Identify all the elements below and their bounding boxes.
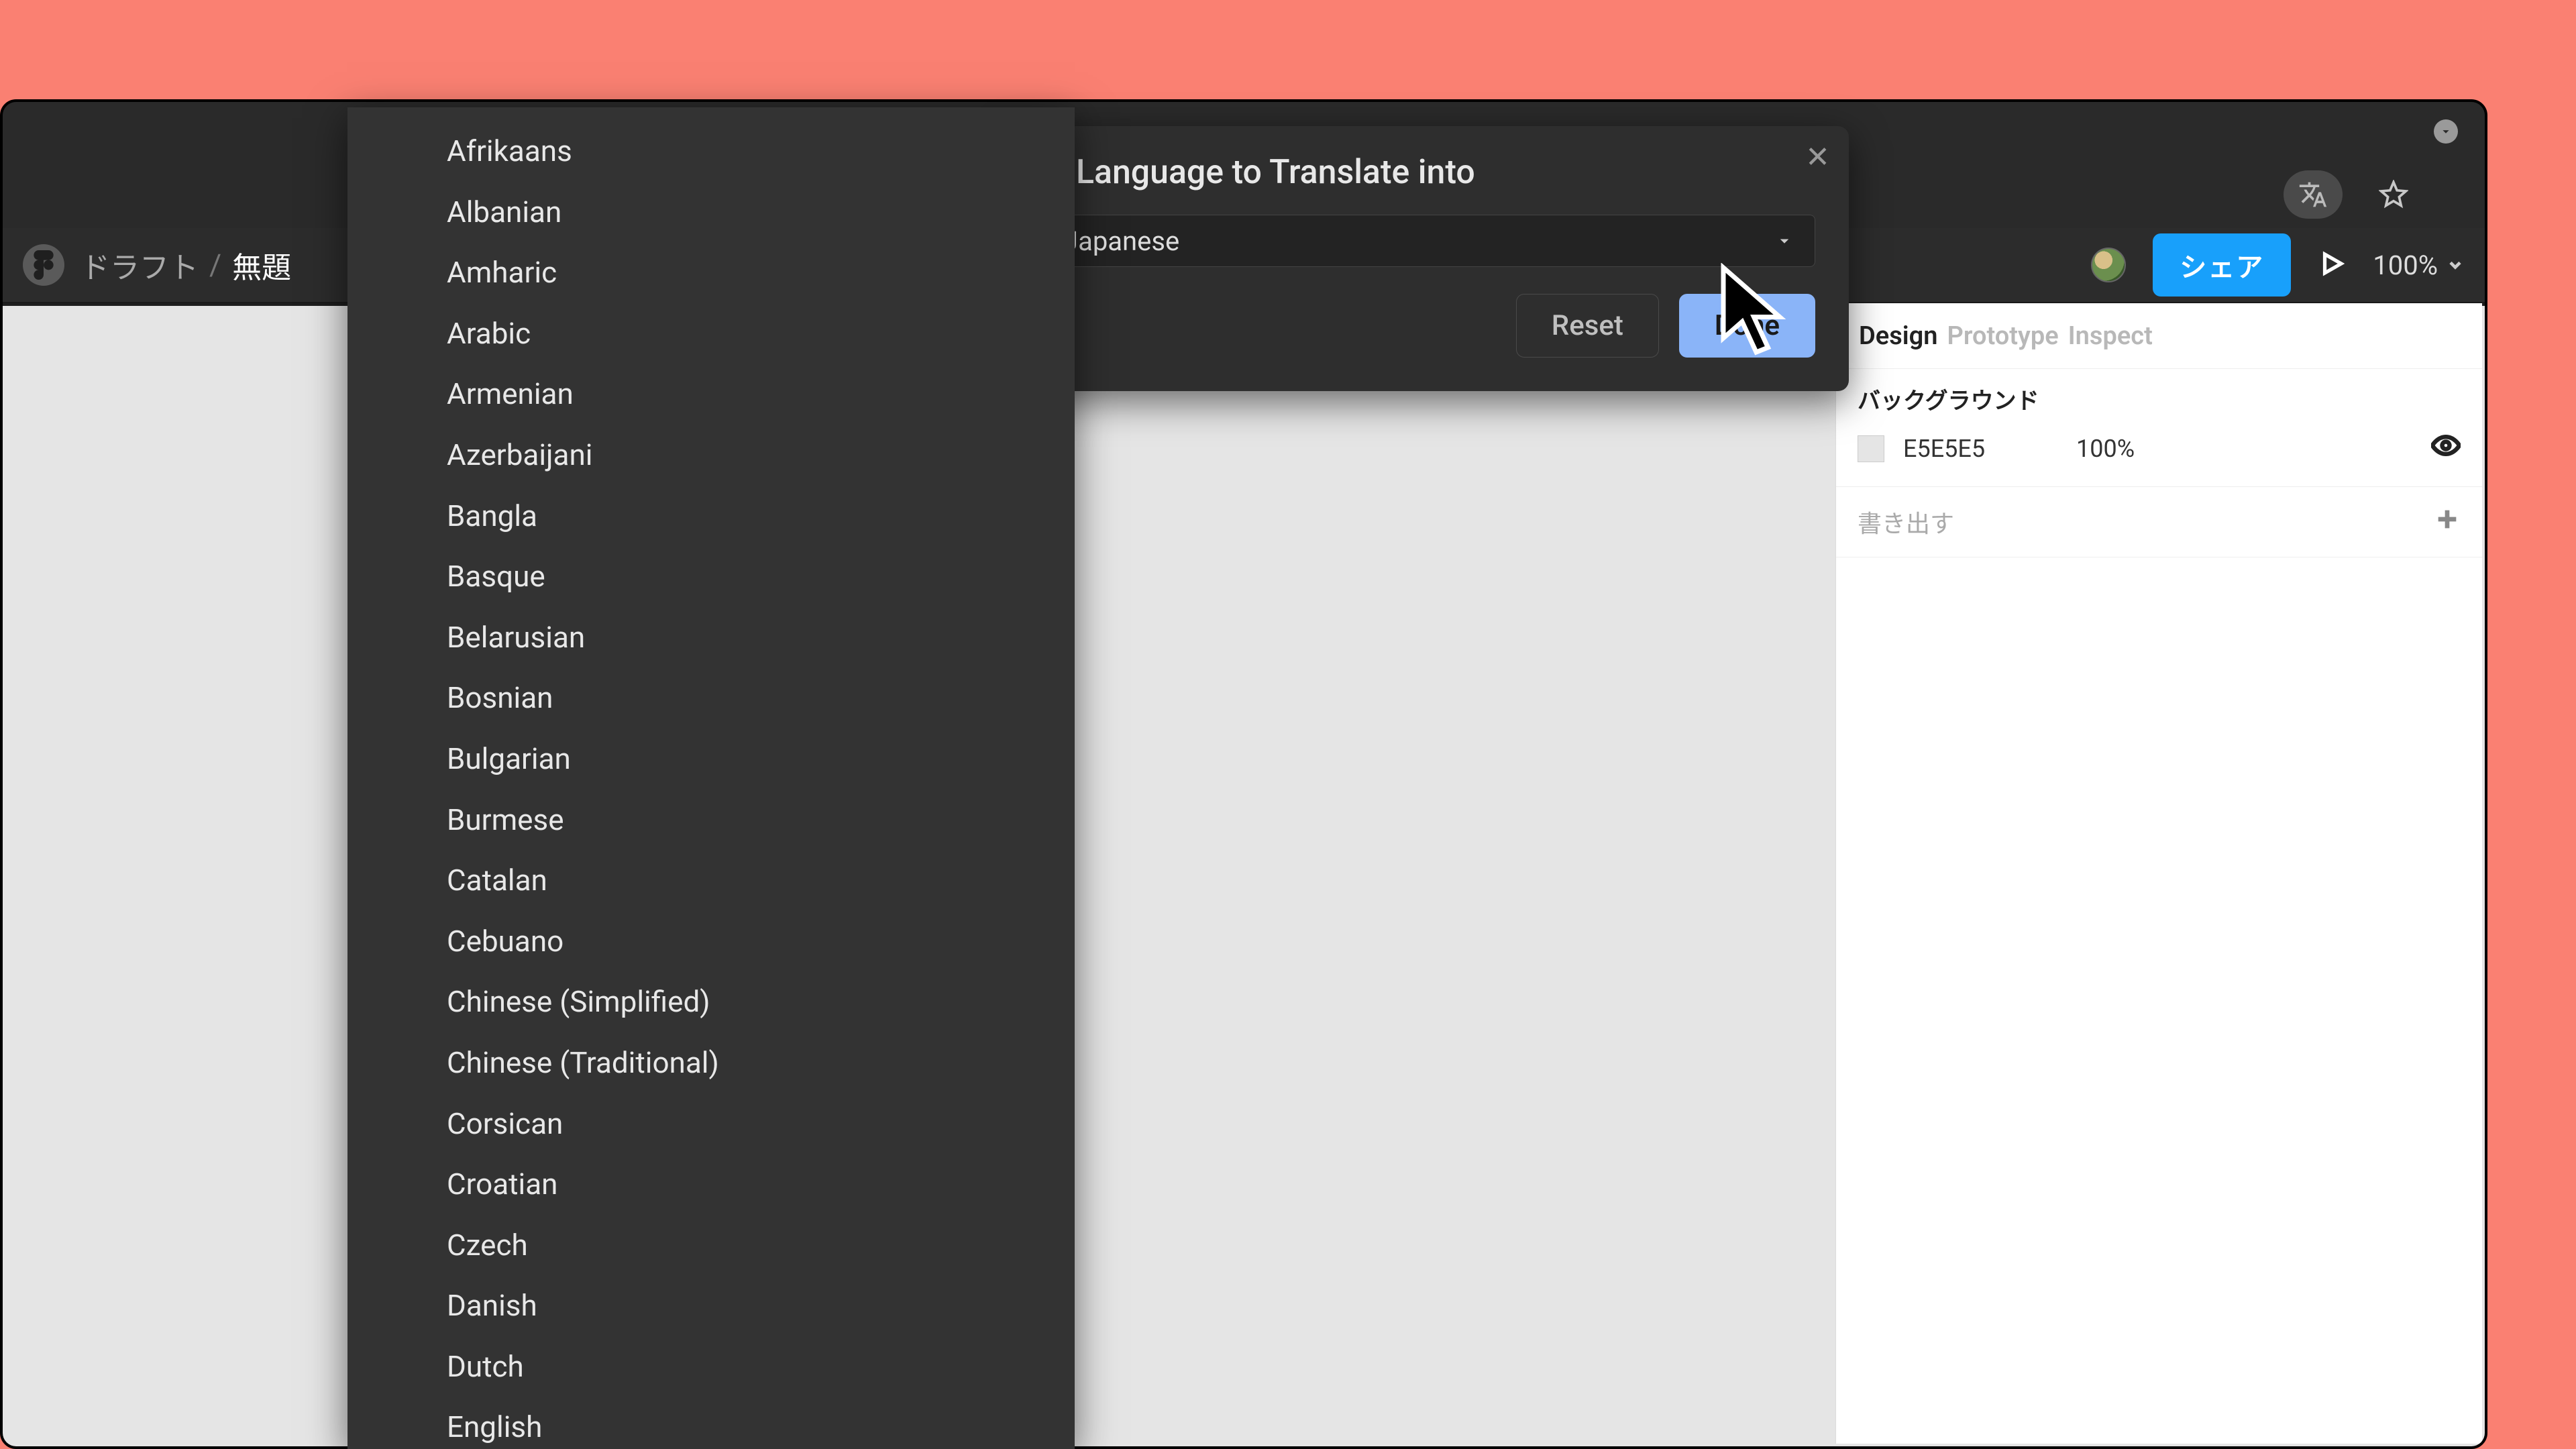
background-opacity[interactable]: 100% bbox=[2076, 435, 2251, 463]
color-swatch[interactable] bbox=[1858, 435, 1884, 462]
tab-design[interactable]: Design bbox=[1855, 321, 1941, 351]
language-option[interactable]: Bosnian bbox=[347, 667, 1075, 729]
reset-button[interactable]: Reset bbox=[1516, 294, 1659, 358]
export-section[interactable]: 書き出す bbox=[1836, 487, 2482, 557]
language-option[interactable]: Basque bbox=[347, 546, 1075, 607]
translate-icon[interactable] bbox=[2284, 170, 2343, 219]
browser-menu-icon[interactable] bbox=[2434, 119, 2458, 144]
breadcrumb-current[interactable]: 無題 bbox=[232, 244, 291, 286]
language-option[interactable]: Bulgarian bbox=[347, 729, 1075, 790]
export-label: 書き出す bbox=[1858, 504, 1954, 539]
language-option[interactable]: Albanian bbox=[347, 182, 1075, 243]
tab-inspect[interactable]: Inspect bbox=[2064, 321, 2157, 351]
language-option[interactable]: Cebuano bbox=[347, 911, 1075, 972]
language-option[interactable]: Armenian bbox=[347, 364, 1075, 425]
language-option[interactable]: Bangla bbox=[347, 486, 1075, 547]
language-option[interactable]: Croatian bbox=[347, 1154, 1075, 1215]
language-select-value: Japanese bbox=[1063, 225, 1179, 257]
language-option[interactable]: Afrikaans bbox=[347, 121, 1075, 182]
background-section-title: バックグラウンド bbox=[1858, 386, 2059, 416]
language-option[interactable]: Danish bbox=[347, 1275, 1075, 1336]
zoom-value: 100% bbox=[2373, 250, 2438, 281]
background-fill-row[interactable]: E5E5E5 100% bbox=[1858, 431, 2461, 466]
present-icon[interactable] bbox=[2318, 250, 2346, 280]
dropdown-caret-icon bbox=[1774, 231, 1794, 251]
language-option[interactable]: Belarusian bbox=[347, 607, 1075, 668]
language-option[interactable]: Corsican bbox=[347, 1093, 1075, 1155]
tab-prototype[interactable]: Prototype bbox=[1943, 321, 2062, 351]
breadcrumb: ドラフト / 無題 bbox=[80, 244, 291, 286]
star-icon[interactable] bbox=[2364, 170, 2423, 219]
background-hex[interactable]: E5E5E5 bbox=[1903, 435, 2057, 463]
inspector-panel: Design Prototype Inspect バックグラウンド E5E5E5… bbox=[1835, 303, 2482, 1444]
language-option[interactable]: Burmese bbox=[347, 790, 1075, 851]
language-select[interactable]: Japanese bbox=[1042, 215, 1815, 267]
background-section: バックグラウンド E5E5E5 100% bbox=[1836, 369, 2482, 487]
breadcrumb-separator: / bbox=[209, 248, 221, 282]
chevron-down-icon bbox=[2446, 256, 2465, 274]
language-option[interactable]: Dutch bbox=[347, 1336, 1075, 1397]
breadcrumb-drafts[interactable]: ドラフト bbox=[80, 244, 199, 286]
zoom-control[interactable]: 100% bbox=[2373, 250, 2465, 281]
language-dropdown-list[interactable]: Afrikaans Albanian Amharic Arabic Armeni… bbox=[347, 107, 1075, 1449]
inspector-tabs: Design Prototype Inspect bbox=[1836, 303, 2482, 369]
visibility-icon[interactable] bbox=[2431, 431, 2461, 466]
avatar[interactable] bbox=[2091, 248, 2126, 282]
figma-logo-icon[interactable] bbox=[23, 244, 64, 286]
share-button[interactable]: シェア bbox=[2153, 233, 2291, 297]
language-option[interactable]: Catalan bbox=[347, 850, 1075, 911]
language-option[interactable]: Amharic bbox=[347, 242, 1075, 303]
language-option[interactable]: Czech bbox=[347, 1215, 1075, 1276]
language-option[interactable]: Chinese (Simplified) bbox=[347, 971, 1075, 1032]
language-option[interactable]: Chinese (Traditional) bbox=[347, 1032, 1075, 1093]
cursor-icon bbox=[1716, 263, 1796, 360]
plus-icon[interactable] bbox=[2434, 506, 2461, 539]
translate-popup-title: Language to Translate into bbox=[1076, 153, 1815, 192]
close-icon[interactable]: ✕ bbox=[1805, 142, 1830, 172]
language-option[interactable]: English bbox=[347, 1397, 1075, 1449]
language-option[interactable]: Azerbaijani bbox=[347, 425, 1075, 486]
language-option[interactable]: Arabic bbox=[347, 303, 1075, 364]
